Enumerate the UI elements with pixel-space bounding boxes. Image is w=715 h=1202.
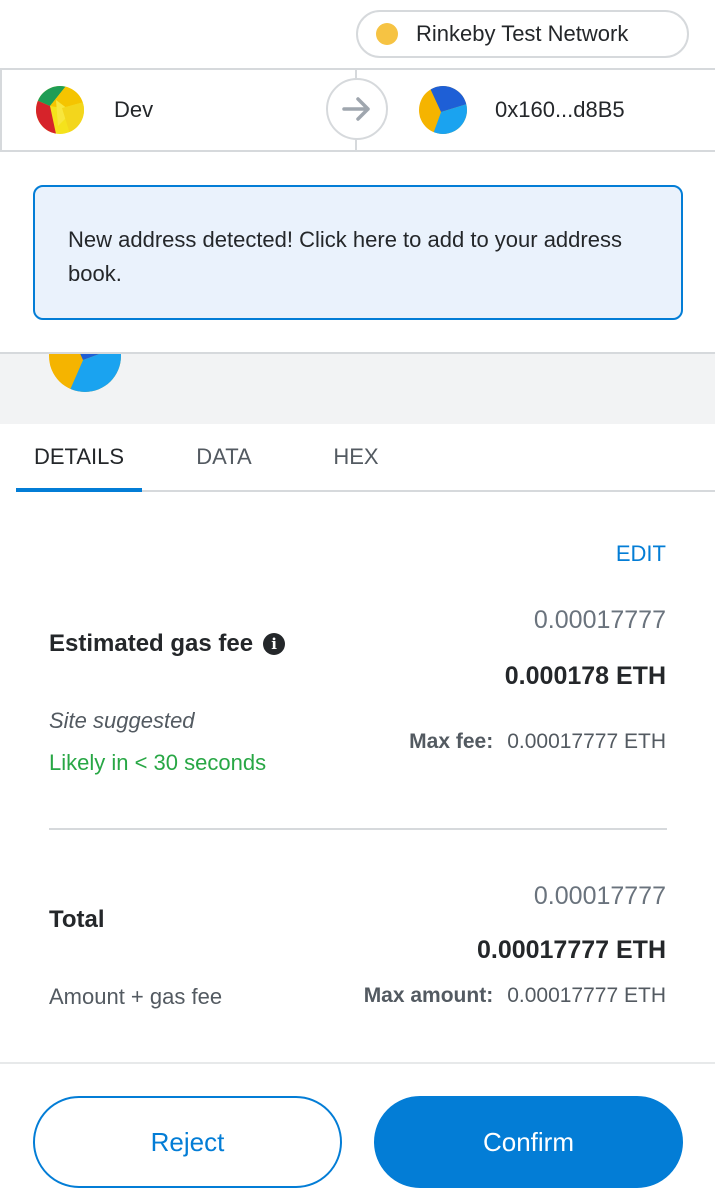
section-divider [49, 828, 667, 830]
total-secondary-value: 0.00017777 [533, 882, 666, 910]
max-fee-label: Max fee: [409, 730, 494, 753]
transaction-method-area [0, 352, 715, 424]
method-avatar [49, 354, 121, 392]
sender-name: Dev [114, 97, 154, 122]
sender-account[interactable]: Dev [0, 70, 357, 150]
gas-fee-label-text: Estimated gas fee [49, 630, 254, 657]
gas-primary-value: 0.000178 ETH [504, 662, 666, 690]
footer-divider [0, 1062, 715, 1064]
max-fee-line: Max fee: 0.00017777 ETH [409, 730, 666, 754]
new-address-notice[interactable]: New address detected! Click here to add … [33, 185, 683, 320]
gas-timing-estimate: Likely in < 30 seconds [49, 750, 267, 775]
detail-tabs: DETAILS DATA HEX [16, 424, 715, 492]
network-label: Rinkeby Test Network [416, 21, 629, 46]
info-icon[interactable]: i [263, 633, 286, 655]
tab-hex[interactable]: HEX [306, 424, 406, 490]
notice-text: New address detected! Click here to add … [68, 227, 622, 286]
network-status-dot [376, 23, 398, 45]
gas-fee-label: Estimated gas fee i [49, 630, 286, 658]
max-fee-value: 0.00017777 ETH [507, 730, 666, 753]
max-amount-line: Max amount: 0.00017777 ETH [364, 984, 666, 1008]
total-primary-value: 0.00017777 ETH [476, 936, 666, 964]
confirm-button[interactable]: Confirm [374, 1096, 683, 1188]
total-label: Total [49, 906, 105, 933]
gas-secondary-value: 0.00017777 [533, 606, 666, 634]
reject-button[interactable]: Reject [33, 1096, 342, 1188]
tab-details[interactable]: DETAILS [16, 424, 142, 492]
transfer-arrow [326, 78, 388, 140]
recipient-account[interactable]: 0x160...d8B5 [357, 70, 715, 150]
recipient-address: 0x160...d8B5 [495, 97, 625, 122]
edit-gas-link[interactable]: EDIT [616, 541, 666, 567]
total-sub-label: Amount + gas fee [49, 984, 223, 1009]
max-amount-value: 0.00017777 ETH [507, 984, 666, 1007]
recipient-avatar [419, 86, 467, 134]
tab-data[interactable]: DATA [142, 424, 306, 490]
max-amount-label: Max amount: [363, 984, 494, 1007]
sender-avatar [36, 86, 84, 134]
arrow-right-icon [342, 97, 370, 121]
network-selector[interactable]: Rinkeby Test Network [356, 10, 689, 58]
site-suggested-label: Site suggested [49, 708, 195, 733]
